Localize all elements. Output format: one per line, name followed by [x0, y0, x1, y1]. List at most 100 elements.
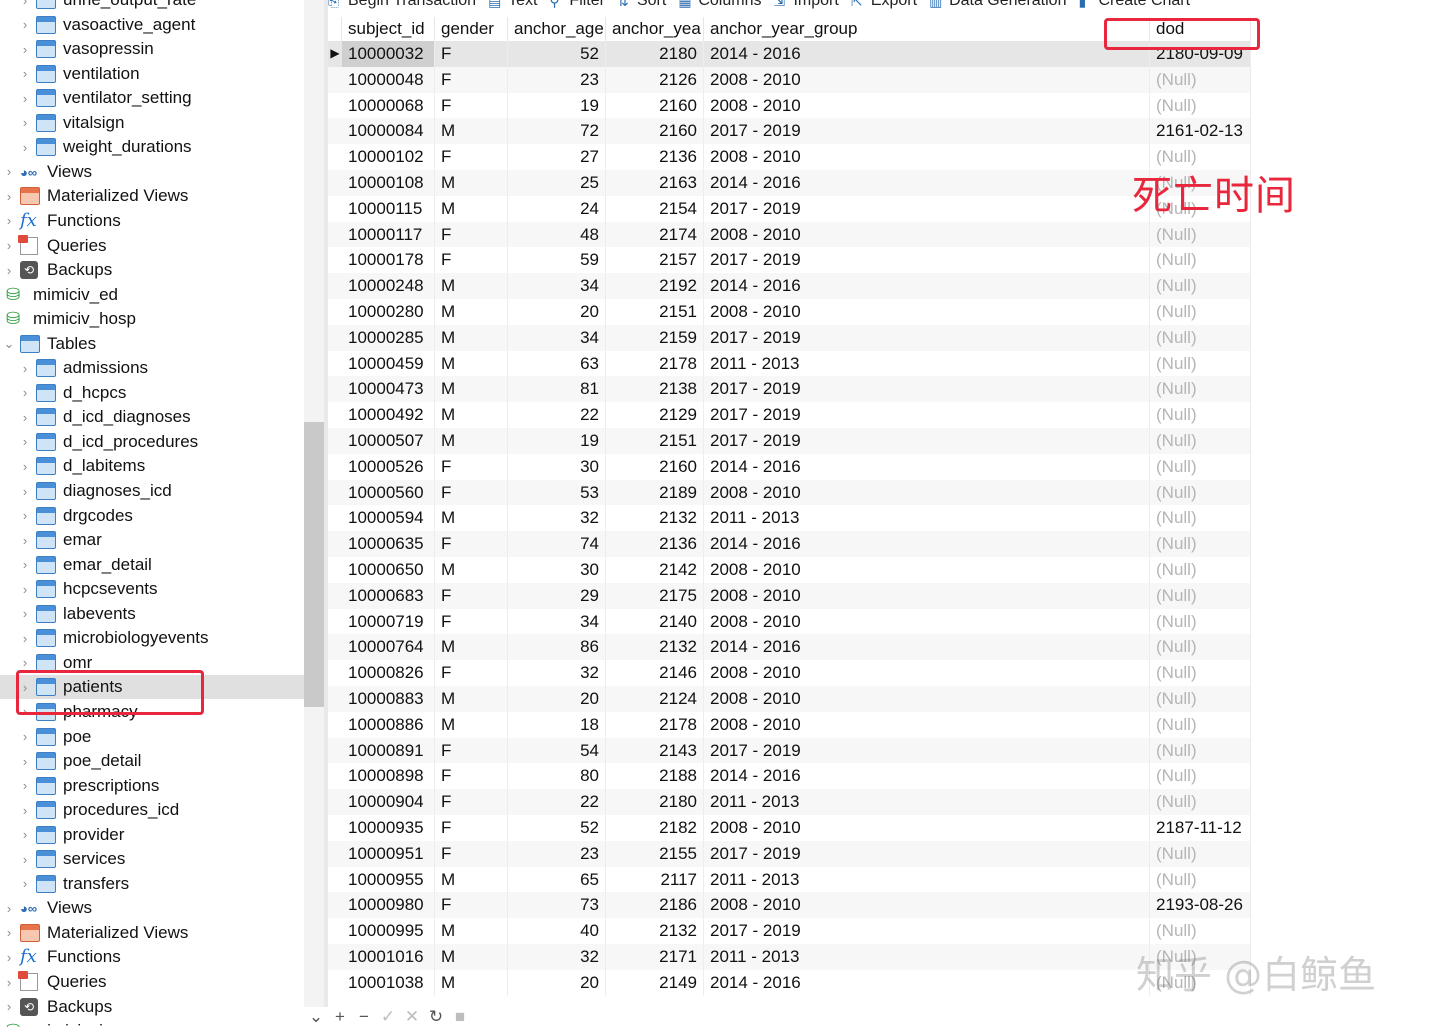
cell-gender[interactable]: M: [435, 505, 508, 532]
cell-gender[interactable]: F: [435, 41, 508, 67]
sidebar-item-vitalsign[interactable]: › vitalsign: [0, 111, 304, 135]
chevron-right-icon[interactable]: ›: [18, 17, 32, 32]
column-header-subject_id[interactable]: subject_id: [342, 17, 435, 41]
discard-changes-button[interactable]: ✕: [400, 1007, 424, 1027]
sidebar-item-transfers[interactable]: › transfers: [0, 872, 304, 896]
sidebar-item-materialized-views[interactable]: › Materialized Views: [0, 921, 304, 945]
cell-anchor_yea[interactable]: 2180: [606, 41, 704, 67]
table-row[interactable]: 10000108 M 25 2163 2014 - 2016 (Null): [328, 170, 1251, 196]
chevron-right-icon[interactable]: ›: [18, 434, 32, 449]
column-header-anchor_yea[interactable]: anchor_yea: [606, 17, 704, 41]
sidebar-item-urine-output-rate[interactable]: › urine_output_rate: [0, 0, 304, 12]
cell-anchor_year_group[interactable]: 2008 - 2010: [704, 686, 1150, 712]
cell-gender[interactable]: F: [435, 608, 508, 635]
toolbar-sort-button[interactable]: ⇅ Sort: [617, 0, 666, 10]
cell-anchor_yea[interactable]: 2188: [606, 763, 704, 790]
chevron-right-icon[interactable]: ›: [2, 999, 16, 1014]
table-row[interactable]: 10000084 M 72 2160 2017 - 2019 2161-02-13: [328, 118, 1251, 145]
cell-subject_id[interactable]: 10000285: [342, 324, 435, 351]
chevron-right-icon[interactable]: ›: [18, 385, 32, 400]
toolbar-text-button[interactable]: ▤ Text: [488, 0, 537, 10]
cell-anchor_age[interactable]: 20: [508, 969, 606, 996]
chevron-right-icon[interactable]: ›: [18, 754, 32, 769]
cell-anchor_age[interactable]: 29: [508, 582, 606, 609]
table-row[interactable]: 10000492 M 22 2129 2017 - 2019 (Null): [328, 402, 1251, 428]
refresh-button[interactable]: ↻: [424, 1007, 448, 1027]
cell-anchor_yea[interactable]: 2124: [606, 686, 704, 712]
table-row[interactable]: 10000898 F 80 2188 2014 - 2016 (Null): [328, 763, 1251, 790]
cell-gender[interactable]: F: [435, 531, 508, 557]
chevron-right-icon[interactable]: ›: [2, 901, 16, 916]
cell-anchor_yea[interactable]: 2175: [606, 582, 704, 609]
delete-record-button[interactable]: −: [352, 1007, 376, 1027]
table-row[interactable]: 10000507 M 19 2151 2017 - 2019 (Null): [328, 428, 1251, 454]
cell-gender[interactable]: F: [435, 453, 508, 480]
cell-anchor_year_group[interactable]: 2008 - 2010: [704, 92, 1150, 119]
cell-anchor_age[interactable]: 65: [508, 866, 606, 893]
cell-anchor_age[interactable]: 30: [508, 557, 606, 583]
cell-gender[interactable]: F: [435, 763, 508, 790]
cell-anchor_yea[interactable]: 2136: [606, 144, 704, 170]
cell-gender[interactable]: F: [435, 582, 508, 609]
sidebar-item-hcpcsevents[interactable]: › hcpcsevents: [0, 577, 304, 601]
cell-anchor_yea[interactable]: 2178: [606, 711, 704, 738]
cell-anchor_yea[interactable]: 2160: [606, 453, 704, 480]
cell-anchor_yea[interactable]: 2171: [606, 944, 704, 970]
cell-gender[interactable]: F: [435, 247, 508, 274]
table-row[interactable]: 10001016 M 32 2171 2011 - 2013 (Null): [328, 944, 1251, 970]
cell-subject_id[interactable]: 10000883: [342, 686, 435, 712]
cell-anchor_year_group[interactable]: 2017 - 2019: [704, 402, 1150, 428]
cell-dod[interactable]: 2161-02-13: [1150, 118, 1251, 145]
sidebar-item-poe-detail[interactable]: › poe_detail: [0, 749, 304, 773]
cell-anchor_year_group[interactable]: 2008 - 2010: [704, 711, 1150, 738]
sidebar-item-admissions[interactable]: › admissions: [0, 356, 304, 380]
cell-gender[interactable]: M: [435, 634, 508, 661]
table-row[interactable]: 10000285 M 34 2159 2017 - 2019 (Null): [328, 324, 1251, 351]
collapse-chevron-icon[interactable]: ⌄: [304, 1007, 328, 1027]
cell-gender[interactable]: F: [435, 840, 508, 867]
cell-anchor_year_group[interactable]: 2008 - 2010: [704, 608, 1150, 635]
cell-anchor_year_group[interactable]: 2017 - 2019: [704, 118, 1150, 145]
cell-gender[interactable]: M: [435, 170, 508, 196]
cell-gender[interactable]: M: [435, 402, 508, 428]
cell-gender[interactable]: F: [435, 92, 508, 119]
cell-anchor_year_group[interactable]: 2017 - 2019: [704, 376, 1150, 403]
cell-anchor_yea[interactable]: 2151: [606, 299, 704, 325]
table-row[interactable]: 10000473 M 81 2138 2017 - 2019 (Null): [328, 376, 1251, 403]
cell-anchor_yea[interactable]: 2143: [606, 737, 704, 764]
cell-anchor_year_group[interactable]: 2011 - 2013: [704, 789, 1150, 815]
cell-gender[interactable]: M: [435, 866, 508, 893]
cell-anchor_year_group[interactable]: 2008 - 2010: [704, 815, 1150, 841]
cell-anchor_age[interactable]: 53: [508, 479, 606, 506]
sidebar-item-views[interactable]: › ◕∞ Views: [0, 896, 304, 920]
cell-anchor_yea[interactable]: 2160: [606, 92, 704, 119]
toolbar-filter-button[interactable]: ⚲ Filter: [549, 0, 605, 10]
cell-anchor_yea[interactable]: 2155: [606, 840, 704, 867]
chevron-right-icon[interactable]: ›: [18, 631, 32, 646]
cell-anchor_age[interactable]: 74: [508, 531, 606, 557]
cell-dod[interactable]: (Null): [1150, 299, 1251, 325]
sidebar-item-prescriptions[interactable]: › prescriptions: [0, 774, 304, 798]
cell-anchor_age[interactable]: 52: [508, 41, 606, 67]
cell-subject_id[interactable]: 10000492: [342, 402, 435, 428]
cell-subject_id[interactable]: 10000935: [342, 815, 435, 841]
sidebar-item-emar-detail[interactable]: › emar_detail: [0, 553, 304, 577]
cell-anchor_year_group[interactable]: 2017 - 2019: [704, 247, 1150, 274]
cell-subject_id[interactable]: 10000635: [342, 531, 435, 557]
table-row[interactable]: 10001038 M 20 2149 2014 - 2016 (Null): [328, 969, 1251, 996]
sidebar-item-backups[interactable]: › ⟲ Backups: [0, 995, 304, 1019]
cell-gender[interactable]: F: [435, 66, 508, 93]
cell-anchor_yea[interactable]: 2180: [606, 789, 704, 815]
chevron-right-icon[interactable]: ›: [18, 91, 32, 106]
toolbar-begin-transaction-button[interactable]: ⎘ Begin Transaction: [328, 0, 476, 10]
sidebar-scrollbar-thumb[interactable]: [304, 422, 324, 707]
cell-dod[interactable]: (Null): [1150, 376, 1251, 403]
chevron-right-icon[interactable]: ›: [2, 975, 16, 990]
cell-subject_id[interactable]: 10000248: [342, 273, 435, 299]
cell-gender[interactable]: M: [435, 686, 508, 712]
cell-anchor_yea[interactable]: 2174: [606, 221, 704, 248]
cell-anchor_yea[interactable]: 2129: [606, 402, 704, 428]
cell-dod[interactable]: (Null): [1150, 428, 1251, 454]
table-row[interactable]: 10000248 M 34 2192 2014 - 2016 (Null): [328, 273, 1251, 299]
chevron-right-icon[interactable]: ›: [18, 827, 32, 842]
